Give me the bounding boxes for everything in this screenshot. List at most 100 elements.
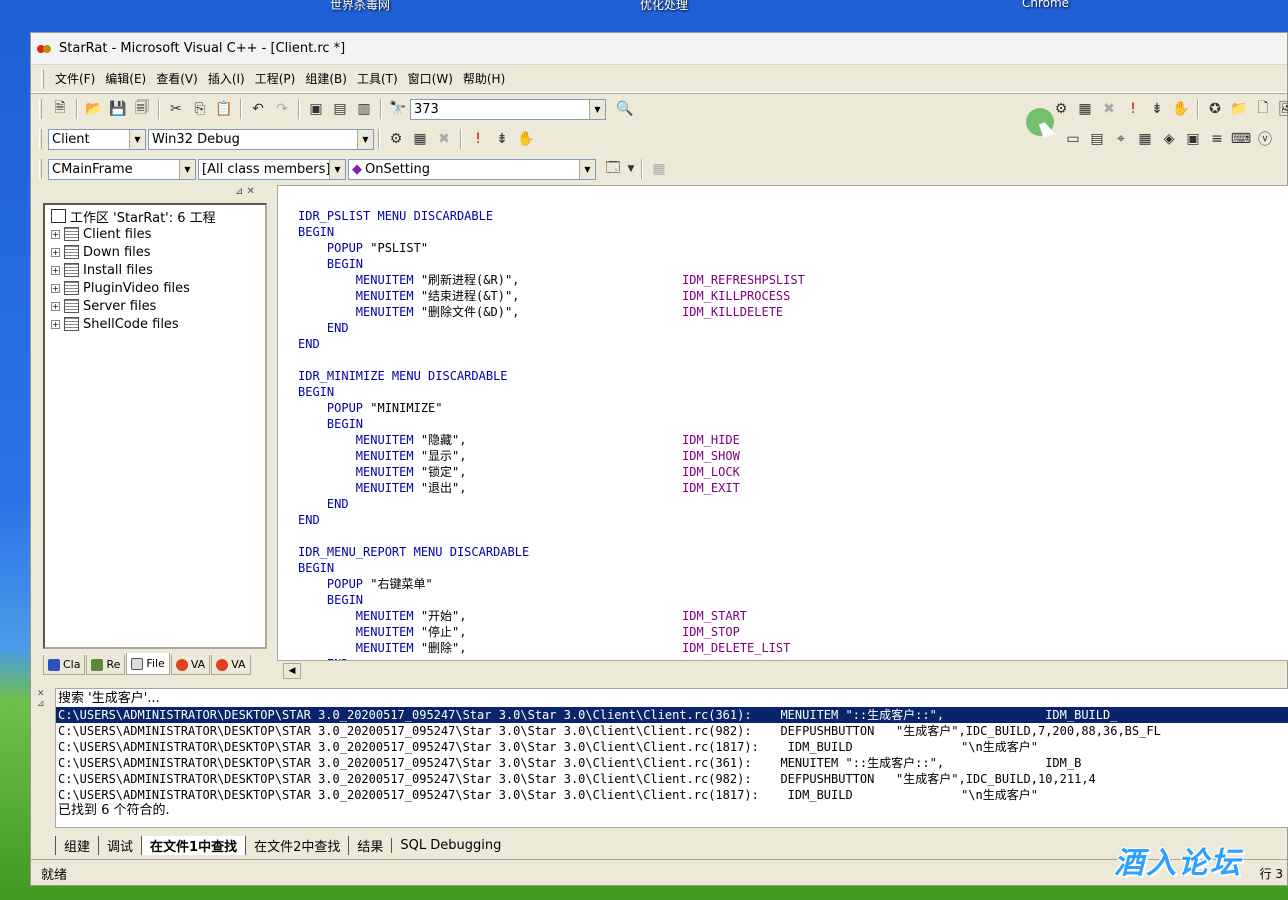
open-icon[interactable]: 📂 [83, 98, 105, 120]
chevron-down-icon[interactable]: ▼ [626, 158, 636, 180]
desktop-icon-label[interactable]: Chrome [1022, 0, 1069, 10]
output-line[interactable]: C:\USERS\ADMINISTRATOR\DESKTOP\STAR 3.0_… [56, 739, 1038, 755]
redo-icon[interactable]: ↷ [271, 98, 293, 120]
workspace-root[interactable]: 工作区 'StarRat': 6 工程 [51, 207, 265, 226]
execute-icon[interactable]: ! [1122, 98, 1144, 120]
go-icon[interactable]: ⇟ [1146, 98, 1168, 120]
find-in-files-icon[interactable]: 🔭 [387, 98, 409, 120]
grip-handle[interactable] [39, 99, 42, 119]
class-combo[interactable]: CMainFrame ▼ [48, 158, 196, 180]
output-tab[interactable]: 结果 [348, 835, 391, 855]
chevron-down-icon[interactable]: ▼ [579, 159, 595, 179]
expand-icon[interactable]: + [51, 283, 60, 293]
output-line[interactable]: C:\USERS\ADMINISTRATOR\DESKTOP\STAR 3.0_… [56, 723, 1161, 739]
more-icon[interactable]: 🖼 [1276, 98, 1288, 120]
resource-icon[interactable]: 🗋 [1252, 98, 1274, 120]
project-combo[interactable]: Client ▼ [48, 128, 146, 150]
bitmap-icon[interactable]: ▦ [1134, 128, 1156, 150]
dialog-icon[interactable]: ▭ [1062, 128, 1084, 150]
menu-project[interactable]: 工程(P) [250, 68, 301, 89]
search-icon[interactable]: 🔍 [614, 98, 636, 120]
build-icon[interactable]: ▦ [409, 128, 431, 150]
tree-item-install[interactable]: + Install files [51, 261, 265, 279]
output-tab[interactable]: 调试 [98, 835, 141, 855]
tree-item-pluginvideo[interactable]: + PluginVideo files [51, 279, 265, 297]
expand-icon[interactable]: + [51, 247, 60, 257]
tree-item-down[interactable]: + Down files [51, 243, 265, 261]
stop-build-icon[interactable]: ✖ [433, 128, 455, 150]
grip-handle[interactable] [39, 159, 42, 179]
class-wizard-icon[interactable]: 📁 [1228, 98, 1250, 120]
scroll-left-icon[interactable]: ◀ [283, 663, 301, 679]
expand-icon[interactable]: + [51, 319, 60, 329]
menu-view[interactable]: 查看(V) [151, 68, 203, 89]
workspace-icon[interactable]: ▣ [305, 98, 327, 120]
desktop-icon-label[interactable]: 优化处理 [640, 0, 688, 13]
cut-icon[interactable]: ✂ [165, 98, 187, 120]
menu-res-icon[interactable]: ▤ [1086, 128, 1108, 150]
tab-va-2[interactable]: VA [211, 655, 251, 675]
member-combo[interactable]: ◆ OnSetting ▼ [348, 158, 596, 180]
chevron-down-icon[interactable]: ▼ [357, 129, 373, 149]
tree-item-shellcode[interactable]: + ShellCode files [51, 315, 265, 333]
find-combo[interactable]: 373 ▼ [410, 98, 606, 120]
stop-build-icon[interactable]: ✖ [1098, 98, 1120, 120]
menu-file[interactable]: 文件(F) [50, 68, 100, 89]
output-tab[interactable]: 在文件1中查找 [141, 835, 246, 855]
code-editor[interactable]: IDR_PSLIST MENU DISCARDABLE BEGIN POPUP "… [277, 185, 1288, 661]
menu-help[interactable]: 帮助(H) [458, 68, 510, 89]
menu-insert[interactable]: 插入(I) [203, 68, 250, 89]
window-list-icon[interactable]: ▥ [353, 98, 375, 120]
output-pane[interactable]: 搜索 '生成客户'... C:\USERS\ADMINISTRATOR\DESKT… [55, 688, 1288, 828]
chevron-down-icon[interactable]: ▼ [329, 159, 345, 179]
desktop-icon-label[interactable]: 世界杀毒网 [330, 0, 390, 13]
output-line[interactable]: 搜索 '生成客户'... [56, 691, 160, 707]
output-line[interactable]: C:\USERS\ADMINISTRATOR\DESKTOP\STAR 3.0_… [56, 787, 1038, 803]
menu-build[interactable]: 组建(B) [300, 68, 352, 89]
menu-tools[interactable]: 工具(T) [352, 68, 403, 89]
copy-icon[interactable]: ⎘ [189, 98, 211, 120]
compile-icon[interactable]: ⚙ [385, 128, 407, 150]
output-icon[interactable]: ▤ [329, 98, 351, 120]
new-file-icon[interactable]: 🗎 [49, 98, 71, 120]
tab-fileview[interactable]: File [126, 653, 170, 675]
output-tab[interactable]: SQL Debugging [391, 837, 509, 853]
filter-combo[interactable]: [All class members] ▼ [198, 158, 346, 180]
chevron-down-icon[interactable]: ▼ [129, 129, 145, 149]
go-icon[interactable]: ⇟ [491, 128, 513, 150]
menu-window[interactable]: 窗口(W) [403, 68, 458, 89]
pane-controls[interactable]: ⊿ ✕ [235, 186, 255, 197]
menu-edit[interactable]: 编辑(E) [100, 68, 151, 89]
output-line[interactable]: C:\USERS\ADMINISTRATOR\DESKTOP\STAR 3.0_… [56, 707, 1288, 723]
grip-handle[interactable] [41, 68, 44, 89]
tab-resourceview[interactable]: Re [86, 655, 126, 675]
wizard-action-icon[interactable]: 🗔 [602, 158, 624, 180]
output-line[interactable]: 已找到 6 个符合的. [56, 803, 170, 819]
title-bar[interactable]: StarRat - Microsoft Visual C++ - [Client… [31, 33, 1287, 65]
save-all-icon[interactable]: 🗐 [131, 98, 153, 120]
breakpoint-icon[interactable]: ✋ [515, 128, 537, 150]
tab-va-1[interactable]: VA [170, 655, 211, 675]
tree-item-client[interactable]: + Client files [51, 225, 265, 243]
save-icon[interactable]: 💾 [107, 98, 129, 120]
toolbar-res-icon[interactable]: ▣ [1182, 128, 1204, 150]
output-tab[interactable]: 在文件2中查找 [245, 835, 348, 855]
tab-classview[interactable]: Cla [43, 655, 86, 675]
chevron-down-icon[interactable]: ▼ [589, 99, 605, 119]
paste-icon[interactable]: 📋 [213, 98, 235, 120]
version-icon[interactable]: ⓥ [1254, 128, 1276, 150]
chevron-down-icon[interactable]: ▼ [179, 159, 195, 179]
breakpoint-icon[interactable]: ✋ [1170, 98, 1192, 120]
string-table-icon[interactable]: ≡ [1206, 128, 1228, 150]
undo-icon[interactable]: ↶ [247, 98, 269, 120]
cursor-res-icon[interactable]: ⌖ [1110, 128, 1132, 150]
output-tab[interactable]: 组建 [55, 835, 98, 855]
accel-icon[interactable]: ⌨ [1230, 128, 1252, 150]
wizard-icon[interactable]: ✪ [1204, 98, 1226, 120]
icon-res-icon[interactable]: ◈ [1158, 128, 1180, 150]
expand-icon[interactable]: + [51, 301, 60, 311]
build-icon[interactable]: ▦ [1074, 98, 1096, 120]
grip-handle[interactable] [39, 129, 42, 149]
output-grip[interactable]: ✕ ⊿ [37, 689, 45, 709]
config-combo[interactable]: Win32 Debug ▼ [148, 128, 374, 150]
